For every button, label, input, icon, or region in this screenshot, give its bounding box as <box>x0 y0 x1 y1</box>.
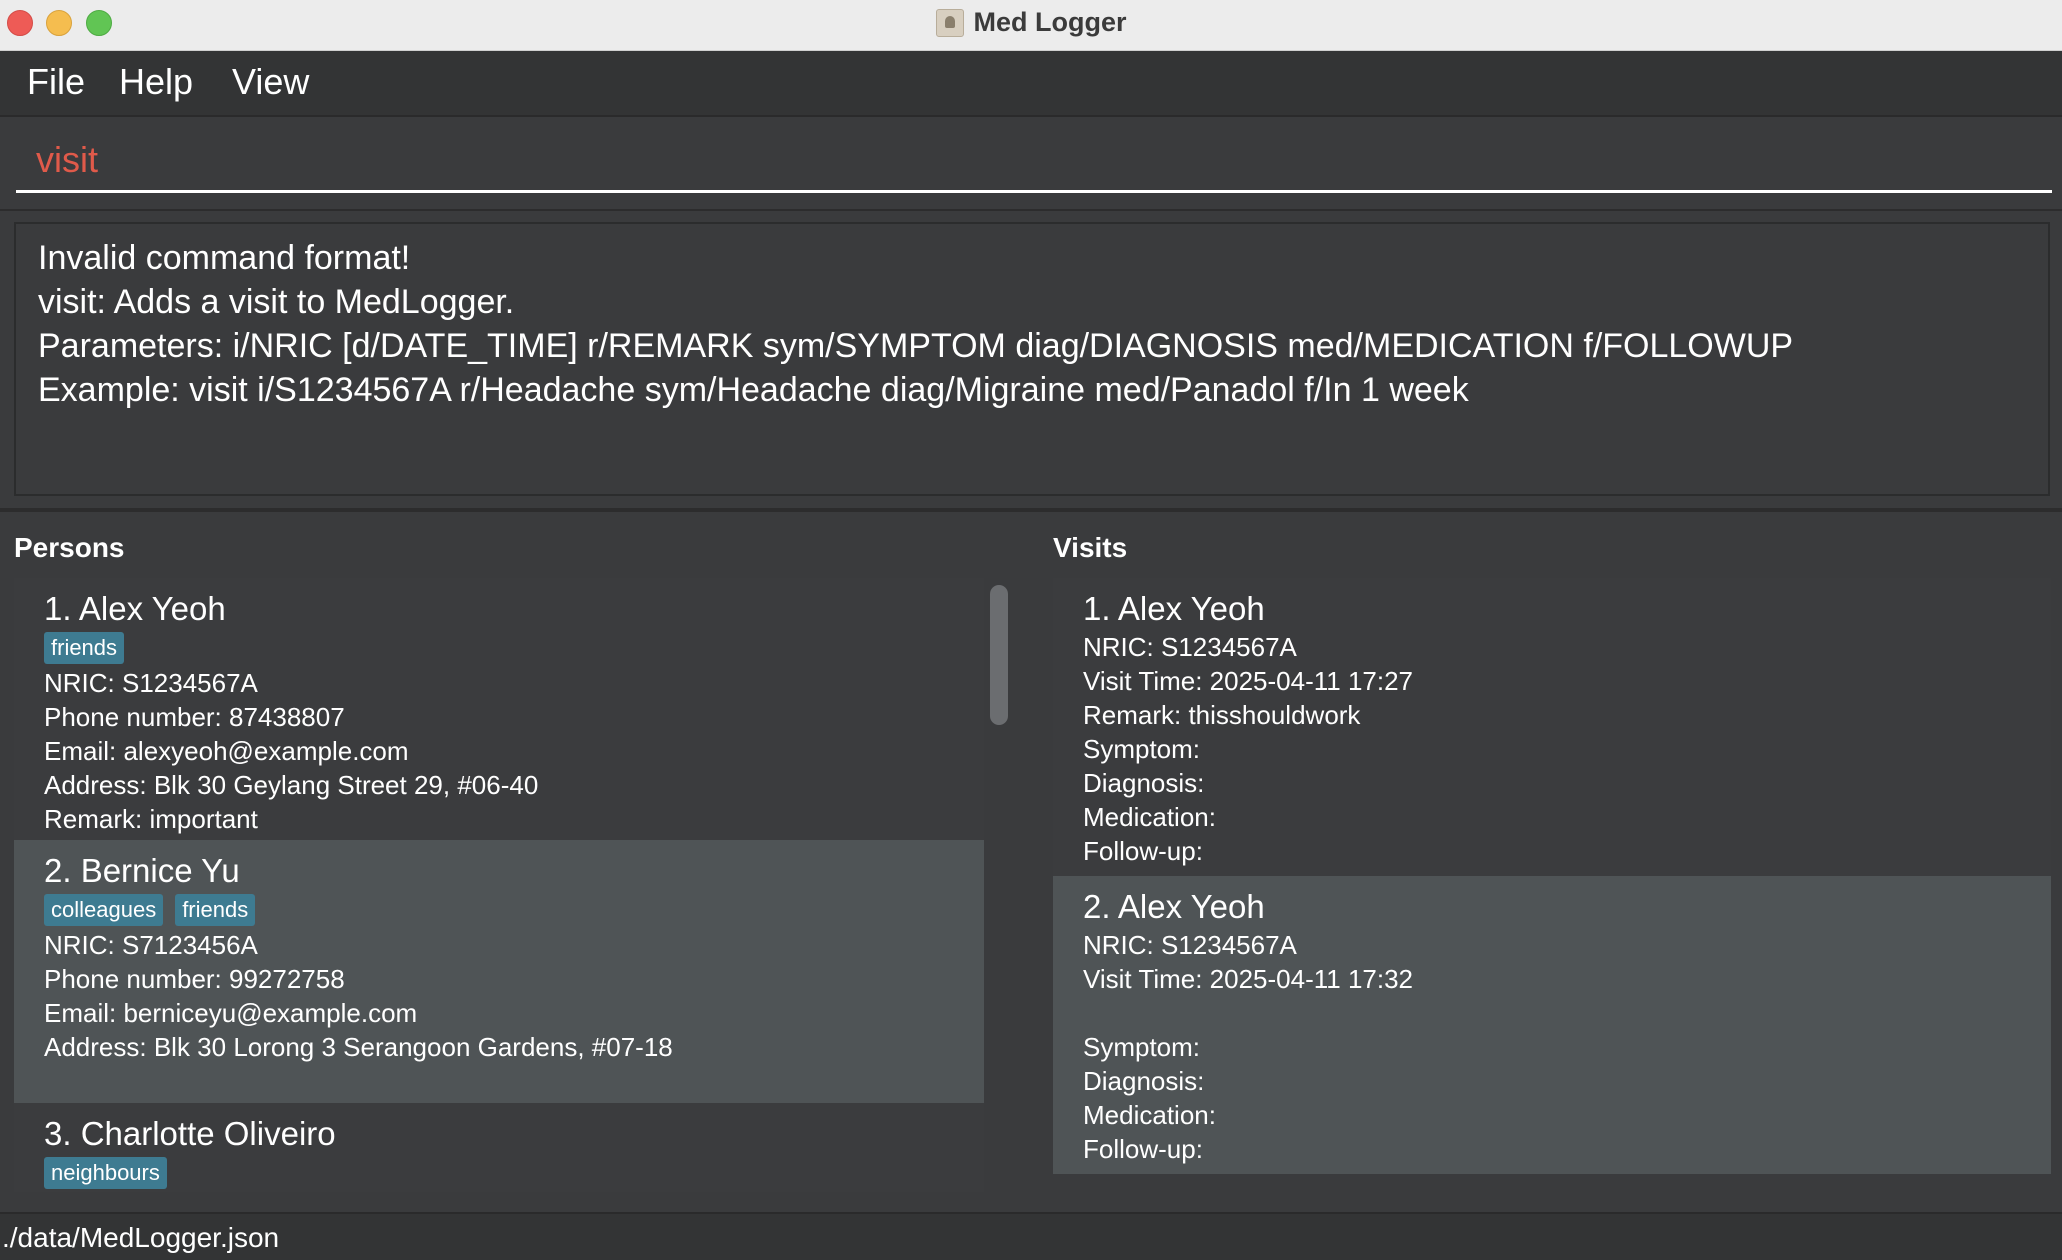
result-line: Parameters: i/NRIC [d/DATE_TIME] r/REMAR… <box>38 327 1794 365</box>
title-bar: Med Logger <box>0 0 2062 51</box>
tag: friends <box>44 632 125 664</box>
status-bar: ./data/MedLogger.json <box>0 1212 2062 1260</box>
result-line: visit: Adds a visit to MedLogger. <box>38 283 515 321</box>
divider <box>0 209 2062 211</box>
menu-view[interactable]: View <box>232 61 309 103</box>
divider <box>0 508 2062 512</box>
persons-scrollbar[interactable] <box>990 585 1008 725</box>
visit-remark: Remark: thisshouldwork <box>1083 700 1361 730</box>
app-icon <box>935 8 964 37</box>
menu-file[interactable]: File <box>27 61 85 103</box>
visit-card[interactable]: 2. Alex Yeoh NRIC: S1234567A Visit Time:… <box>1053 876 2051 1174</box>
menu-help[interactable]: Help <box>119 61 193 103</box>
person-tags: neighbours <box>44 1155 984 1191</box>
visit-name: 1. Alex Yeoh <box>1083 590 1265 627</box>
person-name: 2. Bernice Yu <box>44 852 240 889</box>
person-tags: friends <box>44 630 984 666</box>
person-remark: Remark: important <box>44 804 258 834</box>
person-phone: Phone number: 87438807 <box>44 702 345 732</box>
result-display[interactable]: Invalid command format! visit: Adds a vi… <box>14 222 2050 496</box>
visit-name: 2. Alex Yeoh <box>1083 888 1265 925</box>
person-email: Email: alexyeoh@example.com <box>44 736 409 766</box>
person-nric: NRIC: S7123456A <box>44 930 258 960</box>
tag: neighbours <box>44 1157 167 1189</box>
tag: friends <box>175 894 256 926</box>
persons-panel-title: Persons <box>14 532 125 563</box>
person-tags: colleagues friends <box>44 892 984 928</box>
menu-bar: File Help View <box>0 51 2062 117</box>
person-name: 1. Alex Yeoh <box>44 590 226 627</box>
visit-nric: NRIC: S1234567A <box>1083 930 1297 960</box>
command-box-area <box>0 117 2062 209</box>
result-line: Invalid command format! <box>38 239 411 277</box>
window-title-group: Med Logger <box>0 7 2062 38</box>
visit-followup: Follow-up: <box>1083 836 1203 866</box>
visits-panel-title: Visits <box>1053 532 1128 563</box>
visit-medication: Medication: <box>1083 802 1216 832</box>
visit-remark-empty <box>1083 996 2051 1030</box>
person-card[interactable]: 2. Bernice Yu colleagues friends NRIC: S… <box>14 840 984 1103</box>
result-line: Example: visit i/S1234567A r/Headache sy… <box>38 371 1469 409</box>
tag: colleagues <box>44 894 164 926</box>
person-email: Email: berniceyu@example.com <box>44 998 418 1028</box>
person-nric: NRIC: S1234567A <box>44 668 258 698</box>
person-address: Address: Blk 30 Lorong 3 Serangoon Garde… <box>44 1032 673 1062</box>
visit-medication: Medication: <box>1083 1100 1216 1130</box>
visit-diagnosis: Diagnosis: <box>1083 1066 1205 1096</box>
visit-symptom: Symptom: <box>1083 734 1201 764</box>
visit-followup: Follow-up: <box>1083 1134 1203 1164</box>
window-title: Med Logger <box>973 7 1127 37</box>
person-card[interactable]: 3. Charlotte Oliveiro neighbours <box>14 1103 984 1192</box>
visit-card[interactable]: 1. Alex Yeoh NRIC: S1234567A Visit Time:… <box>1053 578 2051 876</box>
person-name: 3. Charlotte Oliveiro <box>44 1115 336 1152</box>
visits-list[interactable]: 1. Alex Yeoh NRIC: S1234567A Visit Time:… <box>1053 578 2051 1174</box>
persons-list[interactable]: 1. Alex Yeoh friends NRIC: S1234567A Pho… <box>14 578 984 1192</box>
person-phone: Phone number: 99272758 <box>44 964 345 994</box>
person-address: Address: Blk 30 Geylang Street 29, #06-4… <box>44 770 539 800</box>
visit-diagnosis: Diagnosis: <box>1083 768 1205 798</box>
person-card[interactable]: 1. Alex Yeoh friends NRIC: S1234567A Pho… <box>14 578 984 840</box>
save-location: ./data/MedLogger.json <box>2 1222 280 1253</box>
visit-time: Visit Time: 2025-04-11 17:27 <box>1083 666 1414 696</box>
command-input[interactable] <box>16 129 2052 193</box>
visit-time: Visit Time: 2025-04-11 17:32 <box>1083 964 1414 994</box>
visit-nric: NRIC: S1234567A <box>1083 632 1297 662</box>
visit-symptom: Symptom: <box>1083 1032 1201 1062</box>
